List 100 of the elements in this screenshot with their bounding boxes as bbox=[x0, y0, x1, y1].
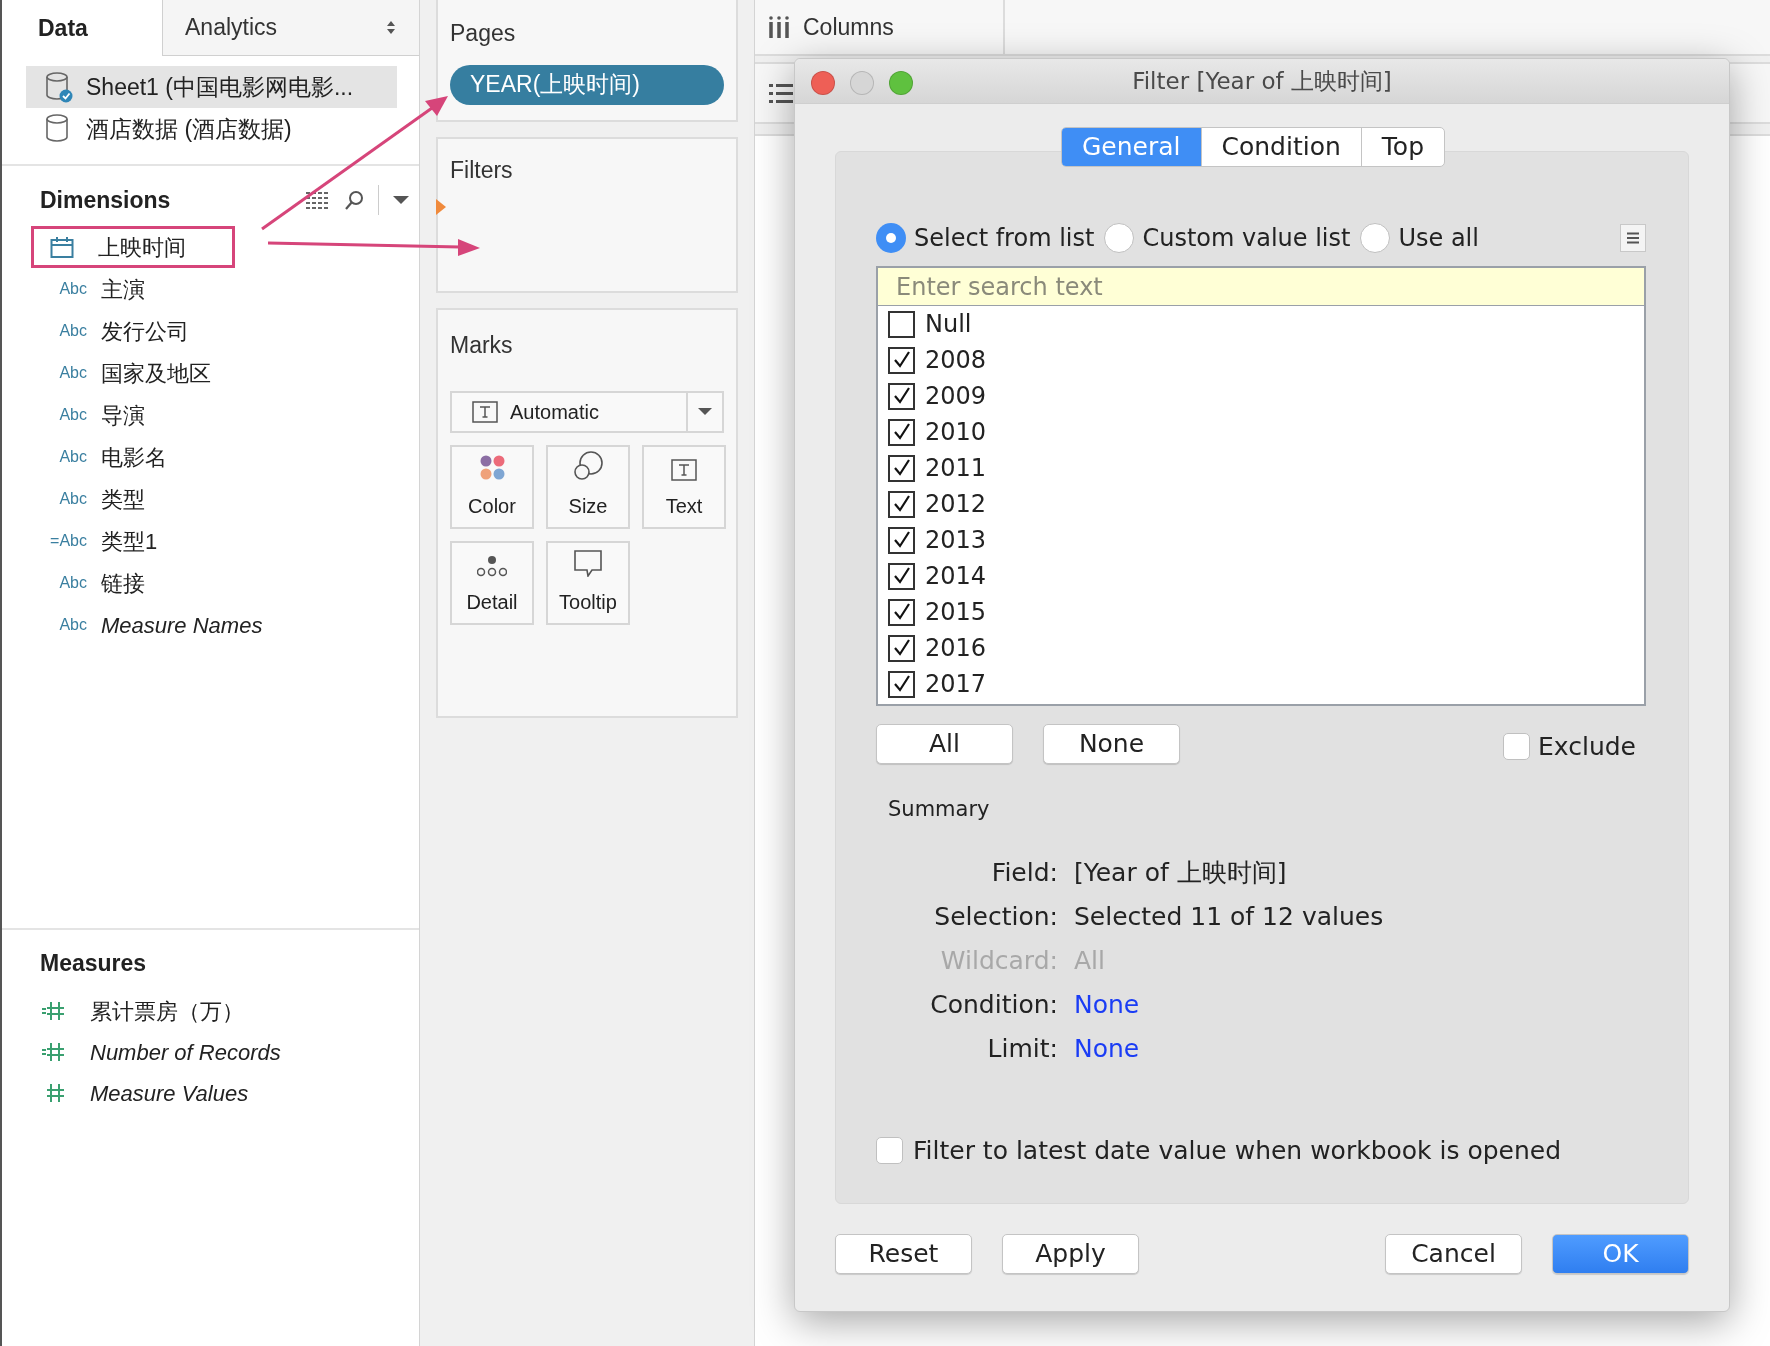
list-view-icon bbox=[305, 190, 330, 210]
mark-card-button[interactable]: Color bbox=[450, 444, 534, 529]
button[interactable]: Apply bbox=[1002, 1234, 1139, 1274]
list-menu-button[interactable] bbox=[1620, 224, 1646, 252]
radio-button[interactable] bbox=[876, 223, 906, 253]
field-item[interactable]: Abc 导演 bbox=[34, 394, 419, 436]
caret-down-icon bbox=[393, 196, 409, 204]
field-item[interactable]: 上映时间 bbox=[31, 226, 235, 268]
value-label: 2010 bbox=[925, 417, 987, 448]
checkbox[interactable] bbox=[888, 454, 915, 482]
drop-indicator-icon bbox=[436, 199, 446, 215]
summary-label: Condition: bbox=[929, 989, 1058, 1022]
field-item[interactable]: Abc 类型 bbox=[34, 478, 419, 520]
value-label: 2013 bbox=[925, 525, 987, 556]
checkbox[interactable] bbox=[888, 562, 915, 590]
dots-icon bbox=[477, 555, 507, 577]
close-button[interactable] bbox=[811, 71, 835, 95]
value-label: 2011 bbox=[925, 453, 987, 484]
checkmark-icon bbox=[891, 494, 912, 514]
field-item[interactable]: Measure Values bbox=[2, 1072, 419, 1114]
shelf-label: Columns bbox=[803, 12, 894, 42]
checkbox[interactable] bbox=[888, 310, 915, 338]
window-title: Filter [Year of 上映时间] bbox=[1132, 66, 1392, 96]
dialog-tab[interactable]: Top bbox=[1360, 128, 1444, 166]
button[interactable]: Reset bbox=[835, 1234, 972, 1274]
field-name: 国家及地区 bbox=[101, 359, 211, 388]
type-label: Abc bbox=[58, 279, 87, 299]
dialog-tab[interactable]: Condition bbox=[1200, 128, 1361, 166]
field-item[interactable]: Abc Measure Names bbox=[34, 604, 419, 646]
checkbox[interactable] bbox=[876, 1136, 903, 1164]
card-title: Filters bbox=[450, 156, 514, 185]
search-field[interactable]: Enter search text bbox=[878, 268, 1644, 306]
field-item[interactable]: =Abc 类型1 bbox=[34, 520, 419, 562]
section-title: Summary bbox=[888, 795, 991, 823]
mark-card-button[interactable]: Detail bbox=[450, 540, 534, 625]
summary-value: [Year of 上映时间] bbox=[1074, 857, 1287, 890]
field-name: 主演 bbox=[101, 275, 145, 304]
checkbox[interactable] bbox=[888, 634, 915, 662]
radio-label: Use all bbox=[1398, 223, 1479, 254]
panel-tab[interactable]: Analytics bbox=[162, 0, 419, 56]
type-label: Abc bbox=[58, 363, 87, 383]
field-pill[interactable]: YEAR(上映时间) bbox=[450, 64, 724, 105]
field-name: 导演 bbox=[101, 401, 145, 430]
summary-label: Wildcard: bbox=[939, 945, 1058, 978]
button[interactable]: Cancel bbox=[1385, 1234, 1522, 1274]
summary-link[interactable]: None bbox=[1074, 983, 1140, 1027]
database-check-icon bbox=[44, 71, 74, 103]
checkbox[interactable] bbox=[888, 526, 915, 554]
checkbox[interactable] bbox=[888, 382, 915, 410]
field-item[interactable]: Abc 发行公司 bbox=[34, 310, 419, 352]
field-item[interactable]: Abc 国家及地区 bbox=[34, 352, 419, 394]
summary-link[interactable]: None bbox=[1074, 1027, 1140, 1071]
data-source-item[interactable]: 酒店数据 (酒店数据) bbox=[26, 108, 397, 150]
rows-icon bbox=[769, 82, 793, 104]
select-none-button[interactable]: None bbox=[1043, 723, 1180, 764]
value-label: 2009 bbox=[925, 381, 987, 412]
mark-card-button[interactable]: Tooltip bbox=[546, 540, 630, 625]
section-title: Dimensions bbox=[40, 185, 171, 215]
caret-down-icon bbox=[698, 408, 712, 415]
checkbox[interactable] bbox=[888, 490, 915, 518]
checkbox[interactable] bbox=[888, 418, 915, 446]
checkmark-icon bbox=[891, 458, 912, 478]
text-mark-icon bbox=[671, 458, 697, 481]
card-title: Pages bbox=[450, 19, 517, 48]
field-item[interactable]: Number of Records bbox=[2, 1031, 419, 1073]
mark-type-dropdown[interactable]: Automatic bbox=[450, 390, 724, 433]
field-item[interactable]: 累计票房（万） bbox=[2, 990, 419, 1032]
checkbox[interactable] bbox=[1503, 733, 1531, 761]
field-item[interactable]: Abc 链接 bbox=[34, 562, 419, 604]
value-label: 2016 bbox=[925, 633, 987, 664]
text-mark-icon bbox=[472, 400, 498, 423]
field-name: 链接 bbox=[101, 569, 145, 598]
value-label: 2014 bbox=[925, 561, 987, 592]
radio-label: Custom value list bbox=[1142, 223, 1351, 254]
checkbox[interactable] bbox=[888, 346, 915, 374]
summary-label: Field: bbox=[990, 857, 1058, 890]
mark-card-button[interactable]: Text bbox=[642, 444, 726, 529]
select-all-button[interactable]: All bbox=[876, 723, 1013, 764]
sort-arrows-icon bbox=[385, 19, 397, 36]
radio-button[interactable] bbox=[1104, 223, 1135, 253]
radio-button[interactable] bbox=[1360, 223, 1391, 253]
field-name: 类型1 bbox=[101, 527, 158, 556]
checkmark-icon bbox=[891, 674, 912, 694]
checkbox[interactable] bbox=[888, 598, 915, 626]
data-source-item[interactable]: Sheet1 (中国电影网电影... bbox=[26, 66, 397, 108]
field-item[interactable]: Abc 主演 bbox=[34, 268, 419, 310]
speech-bubble-icon bbox=[574, 549, 602, 577]
checkbox-label: Filter to latest date value when workbook is opened bbox=[913, 1134, 1562, 1167]
circles-icon bbox=[572, 449, 604, 481]
summary-label: Selection: bbox=[933, 901, 1058, 934]
checkmark-icon bbox=[891, 602, 912, 622]
type-label: Abc bbox=[58, 573, 87, 593]
summary-value: Selected 11 of 12 values bbox=[1074, 901, 1384, 934]
field-item[interactable]: Abc 电影名 bbox=[34, 436, 419, 478]
checkbox[interactable] bbox=[888, 670, 915, 698]
field-name: Measure Values bbox=[90, 1079, 249, 1108]
field-name: 上映时间 bbox=[98, 233, 186, 262]
mark-card-button[interactable]: Size bbox=[546, 444, 630, 529]
checkbox-label: Exclude bbox=[1538, 731, 1636, 763]
type-label: Abc bbox=[58, 321, 87, 341]
